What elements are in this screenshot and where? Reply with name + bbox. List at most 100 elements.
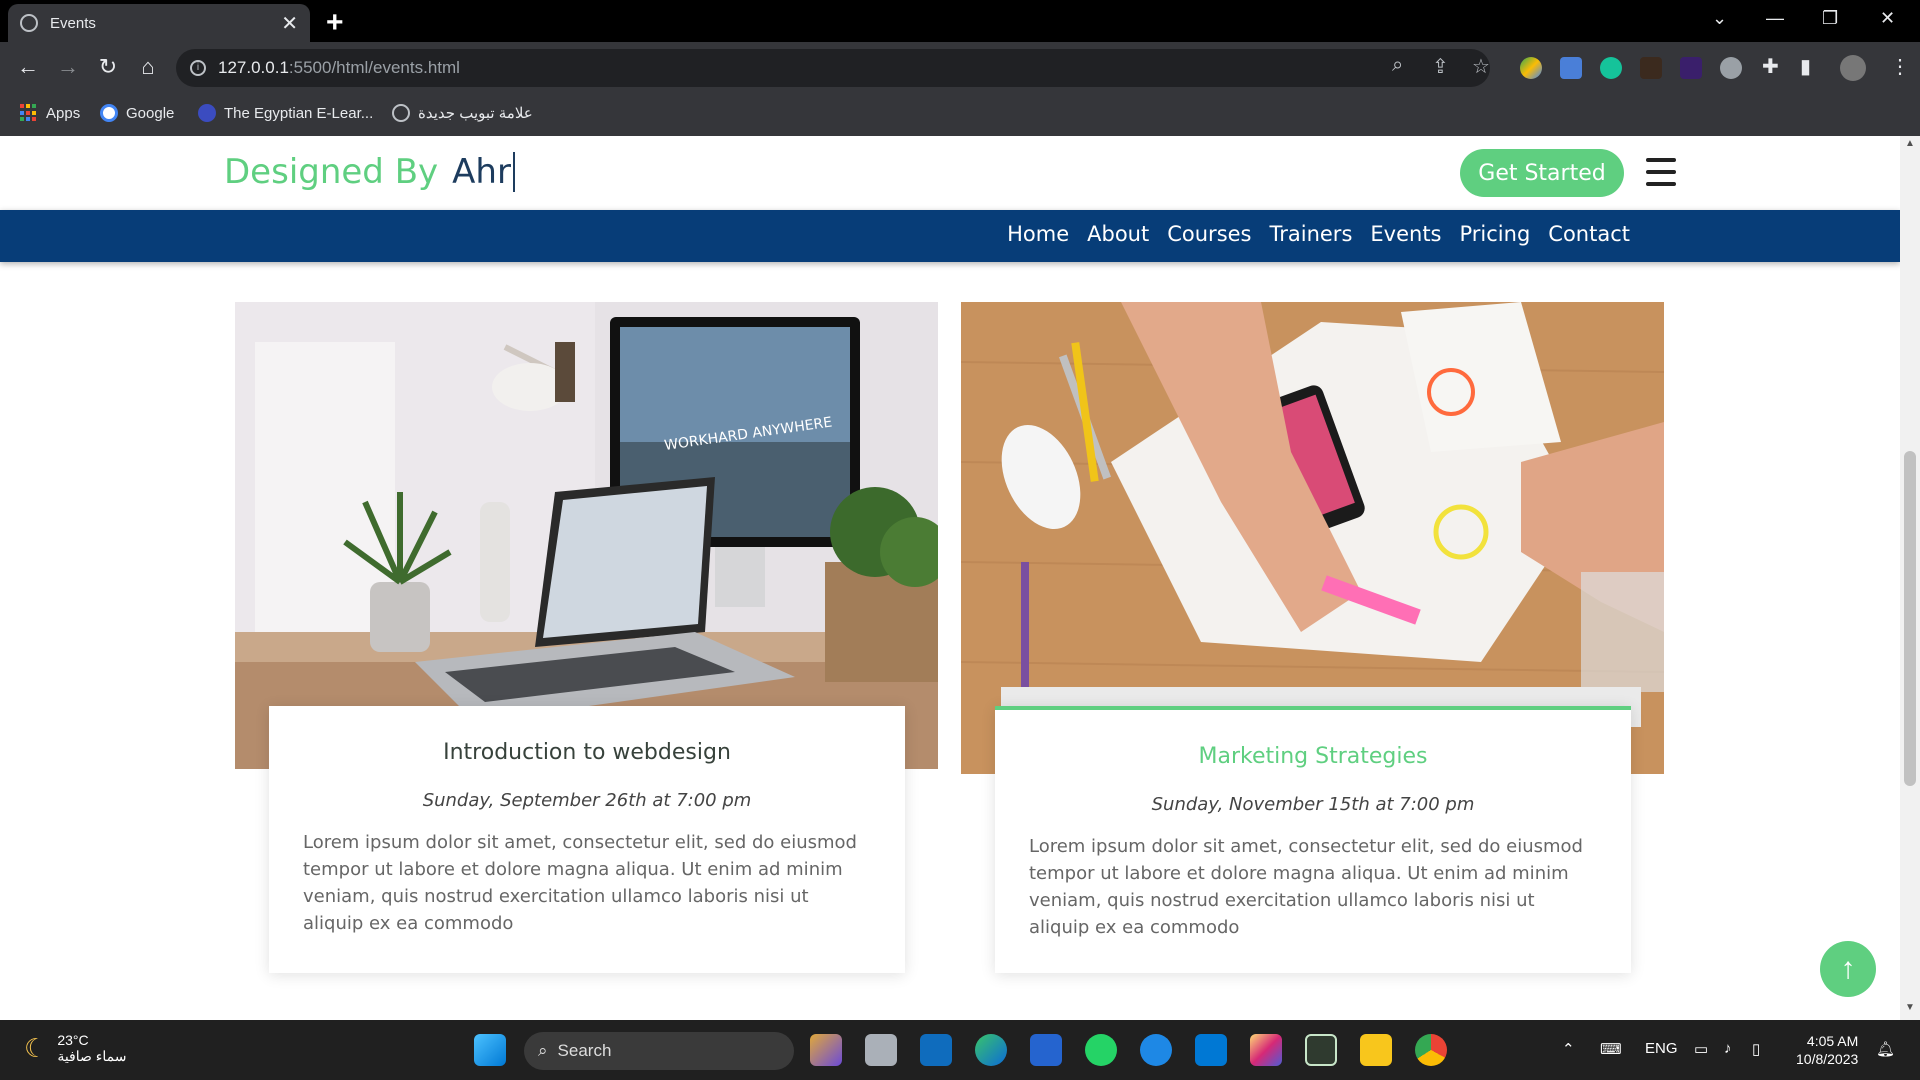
clock-time: 4:05 AM	[1806, 1033, 1859, 1049]
nav-trainers[interactable]: Trainers	[1270, 222, 1353, 246]
get-started-button[interactable]: Get Started	[1460, 149, 1624, 197]
zoom-icon[interactable]: ⌕	[1392, 54, 1403, 77]
url-path: :5500/html/events.html	[288, 58, 460, 77]
battery-icon[interactable]: ▯	[1752, 1040, 1760, 1058]
tab-search-icon[interactable]: ⌄	[1712, 8, 1727, 29]
moon-icon: ☾	[24, 1033, 48, 1063]
site-info-icon[interactable]: i	[190, 60, 206, 76]
extension-icon[interactable]	[1680, 57, 1702, 79]
sync-app-icon[interactable]	[1140, 1034, 1172, 1066]
page-scrollbar[interactable]: ▲ ▼	[1900, 136, 1920, 1020]
todo-icon[interactable]	[1030, 1034, 1062, 1066]
vpn-globe-icon[interactable]	[1720, 57, 1742, 79]
bookmark-star-icon[interactable]: ☆	[1472, 54, 1490, 79]
instagram-icon[interactable]	[1250, 1034, 1282, 1066]
event-description: Lorem ipsum dolor sit amet, consectetur …	[1029, 836, 1583, 938]
nav-about[interactable]: About	[1087, 222, 1149, 246]
grammarly-icon[interactable]	[1600, 57, 1622, 79]
taskbar-search[interactable]: ⌕ Search	[524, 1032, 794, 1070]
task-view-icon[interactable]	[865, 1034, 897, 1066]
back-icon[interactable]: ←	[14, 54, 42, 80]
bookmark-google[interactable]: Google	[100, 104, 174, 122]
search-icon: ⌕	[538, 1041, 548, 1060]
close-window-button[interactable]: ✕	[1880, 8, 1895, 29]
event-date: Sunday, September 26th at 7:00 pm	[422, 790, 752, 811]
keyboard-icon[interactable]: ⌨	[1600, 1040, 1622, 1058]
globe-icon	[20, 14, 38, 32]
profile-avatar[interactable]	[1840, 55, 1866, 81]
apps-grid-icon	[20, 104, 38, 122]
whatsapp-icon[interactable]	[1085, 1034, 1117, 1066]
weather-widget[interactable]: ☾ 23°C سماء صافية	[24, 1032, 126, 1065]
close-tab-icon[interactable]: ✕	[281, 11, 298, 36]
site-logo[interactable]: Designed By Ahr	[224, 152, 515, 192]
nav-events[interactable]: Events	[1370, 222, 1441, 246]
event-title[interactable]: Introduction to webdesign	[303, 740, 871, 776]
bookmark-new-tab[interactable]: علامة تبويب جديدة	[392, 104, 533, 122]
network-icon[interactable]: ▭	[1694, 1040, 1708, 1058]
search-label: Search	[557, 1041, 612, 1060]
tab-title: Events	[50, 14, 96, 32]
globe-icon	[392, 104, 410, 122]
windows-taskbar: ☾ 23°C سماء صافية ⌕ Search ⌃ ⌨ ENG ▭ ♪ ▯…	[0, 1020, 1920, 1080]
share-icon[interactable]: ⇪	[1432, 54, 1449, 79]
nav-courses[interactable]: Courses	[1167, 222, 1251, 246]
extension-icon[interactable]	[1640, 57, 1662, 79]
notification-bell-icon[interactable]: 🔔︎	[1876, 1040, 1895, 1058]
event-image-marketing	[961, 302, 1664, 774]
google-icon	[100, 104, 118, 122]
app-icon[interactable]	[1305, 1034, 1337, 1066]
menu-kebab-icon[interactable]: ⋮	[1890, 54, 1910, 79]
browser-toolbar: ← → ↻ ⌂ i 127.0.0.1 :5500/html/events.ht…	[0, 42, 1920, 94]
side-panel-icon[interactable]: ▮	[1800, 54, 1811, 79]
forward-icon[interactable]: →	[54, 54, 82, 80]
bookmark-egyptian-elearning[interactable]: The Egyptian E-Lear...	[198, 104, 373, 122]
browser-titlebar: Events ✕ + ⌄ — ❐ ✕	[0, 0, 1920, 42]
reload-icon[interactable]: ↻	[94, 54, 122, 80]
weather-temperature: 23°C	[57, 1032, 89, 1048]
windows-start-icon[interactable]	[474, 1034, 506, 1066]
system-clock[interactable]: 4:05 AM 10/8/2023	[1796, 1032, 1858, 1068]
new-tab-button[interactable]: +	[326, 6, 344, 40]
back-to-top-button[interactable]: ↑	[1820, 941, 1876, 997]
show-hidden-icons-icon[interactable]: ⌃	[1562, 1040, 1575, 1058]
event-card-marketing[interactable]: Marketing Strategies Sunday, November 15…	[995, 706, 1631, 973]
chrome-icon[interactable]	[1415, 1034, 1447, 1066]
address-bar[interactable]: i 127.0.0.1 :5500/html/events.html	[176, 49, 1490, 87]
outlook-icon[interactable]	[920, 1034, 952, 1066]
translate-icon[interactable]	[1560, 57, 1582, 79]
scrollbar-thumb[interactable]	[1904, 451, 1916, 786]
bookmark-apps[interactable]: Apps	[20, 104, 80, 122]
bookmark-label: The Egyptian E-Lear...	[224, 104, 374, 122]
event-image-webdesign: WORKHARD ANYWHERE	[235, 302, 938, 769]
language-indicator[interactable]: ENG	[1645, 1040, 1678, 1057]
puzzle-extensions-icon[interactable]: ✚	[1762, 54, 1779, 79]
edge-icon[interactable]	[975, 1034, 1007, 1066]
copilot-icon[interactable]	[810, 1034, 842, 1066]
nav-home[interactable]: Home	[1007, 222, 1069, 246]
home-icon[interactable]: ⌂	[134, 54, 162, 80]
event-date: Sunday, November 15th at 7:00 pm	[1151, 794, 1475, 815]
event-card-webdesign[interactable]: Introduction to webdesign Sunday, Septem…	[269, 706, 905, 973]
logo-text-typing: Ahr	[452, 152, 515, 192]
vscode-icon[interactable]	[1195, 1034, 1227, 1066]
bookmark-label: Apps	[46, 104, 81, 122]
scroll-up-arrow-icon[interactable]: ▲	[1905, 138, 1915, 149]
url-host: 127.0.0.1	[218, 58, 289, 77]
page-viewport: Designed By Ahr Get Started Home About Co…	[0, 136, 1920, 1020]
extension-icon[interactable]	[1520, 57, 1542, 79]
browser-tab[interactable]: Events ✕	[8, 4, 310, 42]
nav-pricing[interactable]: Pricing	[1460, 222, 1531, 246]
volume-icon[interactable]: ♪	[1724, 1040, 1732, 1057]
bookmark-label: Google	[126, 104, 175, 122]
event-title[interactable]: Marketing Strategies	[1029, 744, 1597, 780]
site-header: Designed By Ahr Get Started	[0, 136, 1900, 210]
nav-contact[interactable]: Contact	[1548, 222, 1630, 246]
minimize-button[interactable]: —	[1766, 8, 1784, 29]
restore-button[interactable]: ❐	[1822, 8, 1838, 29]
event-description: Lorem ipsum dolor sit amet, consectetur …	[303, 832, 857, 934]
scroll-down-arrow-icon[interactable]: ▼	[1905, 1002, 1915, 1013]
hamburger-menu-icon[interactable]	[1646, 158, 1676, 186]
weather-condition: سماء صافية	[57, 1048, 127, 1064]
file-explorer-icon[interactable]	[1360, 1034, 1392, 1066]
